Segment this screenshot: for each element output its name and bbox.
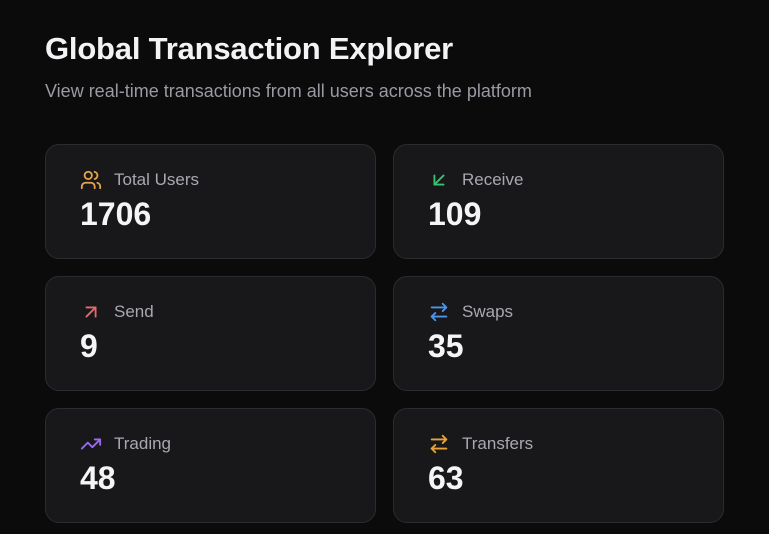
stat-value: 35 (428, 328, 464, 364)
stats-grid: Total Users 1706 Receive 109 Send 9 Swap… (45, 144, 724, 523)
transaction-explorer-page: Global Transaction Explorer View real-ti… (0, 0, 769, 534)
transfer-arrows-icon (428, 433, 450, 455)
stat-value: 1706 (80, 196, 152, 232)
stat-value: 48 (80, 460, 116, 496)
stat-card-total-users[interactable]: Total Users 1706 (45, 144, 376, 259)
stat-value: 9 (80, 328, 98, 364)
stat-card-header: Send (80, 301, 375, 323)
stat-card-swaps[interactable]: Swaps 35 (393, 276, 724, 391)
stat-card-trading[interactable]: Trading 48 (45, 408, 376, 523)
stat-card-header: Total Users (80, 169, 375, 191)
arrow-down-left-icon (428, 169, 450, 191)
stat-card-header: Swaps (428, 301, 723, 323)
swap-arrows-icon (428, 301, 450, 323)
stat-card-header: Trading (80, 433, 375, 455)
page-subtitle: View real-time transactions from all use… (45, 81, 532, 101)
stat-value: 109 (428, 196, 482, 232)
stat-label: Send (114, 302, 154, 321)
users-icon (80, 169, 102, 191)
stat-label: Receive (462, 170, 524, 189)
stat-card-header: Receive (428, 169, 723, 191)
stat-label: Total Users (114, 170, 200, 189)
stat-card-send[interactable]: Send 9 (45, 276, 376, 391)
stat-card-receive[interactable]: Receive 109 (393, 144, 724, 259)
arrow-up-right-icon (80, 301, 102, 323)
stat-card-transfers[interactable]: Transfers 63 (393, 408, 724, 523)
page-title: Global Transaction Explorer (45, 31, 454, 66)
stat-value: 63 (428, 460, 464, 496)
stat-label: Trading (114, 434, 172, 453)
trending-up-icon (80, 433, 102, 455)
stat-label: Swaps (462, 302, 514, 321)
stat-card-header: Transfers (428, 433, 723, 455)
stat-label: Transfers (462, 434, 534, 453)
